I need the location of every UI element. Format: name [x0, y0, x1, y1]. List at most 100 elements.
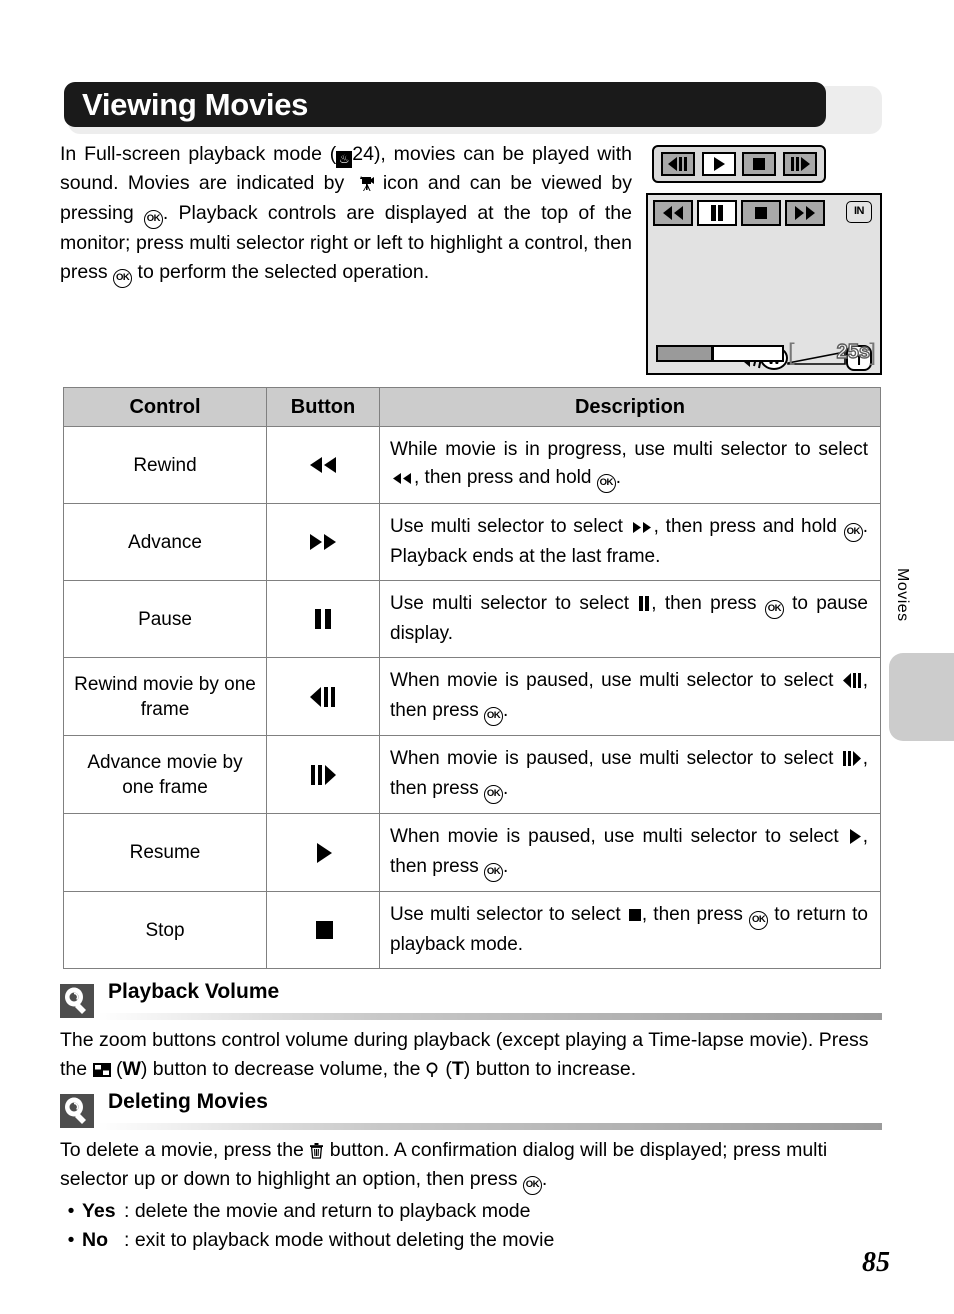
desc-a: Use multi selector to select [390, 516, 630, 537]
intro-page-ref: 24 [352, 143, 374, 165]
desc-a: When movie is paused, use multi selector… [390, 826, 847, 847]
fast-forward-icon [630, 515, 654, 543]
page-ref-icon: ♨ [336, 151, 353, 168]
camera-monitor-illustration: IN W T [ ] 25s [646, 145, 884, 375]
table-header-row: Control Button Description [63, 387, 881, 427]
tele-key-label: T [451, 1058, 464, 1080]
ok-button-icon-2: OK [113, 269, 133, 289]
thumbnail-wide-icon [92, 1057, 111, 1077]
callout-button-prev-frame [661, 152, 696, 176]
monitor-button-pause [697, 200, 737, 226]
bullet-marker: • [67, 1229, 75, 1251]
note-title: Playback Volume [108, 980, 280, 1003]
option-key-no: No [82, 1229, 108, 1251]
desc-b: , then press [641, 904, 750, 925]
desc-a: Use multi selector to select [390, 593, 638, 614]
memory-location-badge: IN [846, 201, 872, 223]
ok-button-icon: OK [484, 707, 503, 726]
desc-c: . [503, 700, 509, 721]
note-divider [98, 1013, 882, 1020]
table-header-button: Button [266, 387, 380, 427]
ok-button-icon: OK [764, 600, 784, 619]
row-button-glyph-prev-frame-icon [266, 657, 380, 736]
table-row: Advance Use multi selector to select , t… [63, 503, 881, 581]
row-control-label: Rewind movie by one frame [63, 657, 267, 736]
row-button-glyph-stop-icon [266, 891, 380, 969]
row-button-glyph-play-icon [266, 813, 380, 892]
row-control-label: Pause [63, 580, 267, 658]
banner-bar: Viewing Movies [64, 82, 826, 127]
section-side-label: Movies [894, 568, 911, 622]
callout-button-stop [742, 152, 777, 176]
page-title-banner: Viewing Movies [64, 82, 882, 134]
list-item: • No : exit to playback mode without dele… [60, 1226, 882, 1255]
table-header-control: Control [63, 387, 267, 427]
ok-button-icon: OK [596, 474, 616, 493]
time-bracket-right: ] [869, 339, 876, 366]
row-description: Use multi selector to select , then pres… [379, 891, 881, 969]
note-text-b: ( [110, 1058, 123, 1080]
row-control-label: Stop [63, 891, 267, 969]
note-header: Deleting Movies [60, 1090, 882, 1130]
desc-a: When movie is paused, use multi selector… [390, 748, 841, 769]
row-description: When movie is paused, use multi selector… [379, 735, 881, 814]
desc-a: Use multi selector to select [390, 904, 627, 925]
note-text-a: To delete a movie, press the [60, 1139, 310, 1161]
table-header-description: Description [379, 387, 881, 427]
option-key-yes: Yes [82, 1200, 116, 1222]
desc-b: , then press [651, 593, 765, 614]
desc-c: . [503, 778, 509, 799]
prev-frame-icon [841, 669, 863, 697]
row-description: While movie is in progress, use multi se… [379, 426, 881, 504]
note-divider [98, 1123, 882, 1130]
stop-icon [627, 903, 642, 931]
playback-controls-callout [652, 145, 826, 183]
note-text-c: . [541, 1168, 548, 1190]
next-frame-icon [841, 747, 863, 775]
ok-button-icon: OK [522, 1176, 542, 1195]
playback-progress-bar [656, 345, 784, 362]
table-row: Stop Use multi selector to select , then… [63, 891, 881, 969]
intro-text-e: to perform the selected operation. [132, 261, 430, 284]
note-body: The zoom buttons control volume during p… [60, 1026, 882, 1084]
ok-button-icon: OK [749, 911, 769, 930]
row-button-glyph-pause-icon [266, 580, 380, 658]
table-row: Pause Use multi selector to select , the… [63, 580, 881, 658]
option-text-no: : exit to playback mode without deleting… [124, 1229, 555, 1251]
desc-a: When movie is paused, use multi selector… [390, 670, 841, 691]
intro-text-a: In Full-screen playback mode ( [60, 143, 337, 165]
monitor-button-stop [741, 200, 781, 226]
movie-camera-icon [354, 172, 374, 192]
desc-b: , then press and hold [414, 467, 597, 488]
row-control-label: Rewind [63, 426, 267, 504]
desc-c: . [615, 467, 622, 488]
callout-button-next-frame [782, 152, 817, 176]
option-text-yes: : delete the movie and return to playbac… [124, 1200, 531, 1222]
note-text-c: ) button to decrease volume, the [140, 1058, 426, 1080]
list-item: • Yes: delete the movie and return to pl… [60, 1197, 882, 1226]
ok-button-icon: OK [484, 863, 503, 882]
table-row: Rewind movie by one frame When movie is … [63, 657, 881, 736]
play-icon [847, 825, 863, 853]
note-title: Deleting Movies [108, 1090, 268, 1113]
row-button-glyph-next-frame-icon [266, 735, 380, 814]
desc-a: While movie is in progress, use multi se… [390, 439, 868, 460]
note-body: To delete a movie, press the button. A c… [60, 1136, 882, 1195]
rewind-icon [390, 466, 414, 494]
ok-button-icon: OK [143, 209, 163, 229]
row-button-glyph-fast-forward-icon [266, 503, 380, 581]
ok-button-icon: OK [843, 523, 863, 542]
delete-options-list: • Yes : delete the movie and return to pl… [60, 1197, 882, 1255]
row-control-label: Resume [63, 813, 267, 892]
intro-paragraph: In Full-screen playback mode (♨ 24), movi… [60, 140, 632, 289]
monitor-button-fast-forward [785, 200, 825, 226]
tip-bulb-icon [60, 984, 94, 1018]
note-header: Playback Volume [60, 980, 882, 1020]
monitor-button-rewind [653, 200, 693, 226]
table-row: Advance movie by one frame When movie is… [63, 735, 881, 814]
note-text-d: ( [439, 1058, 452, 1080]
row-description: Use multi selector to select , then pres… [379, 580, 881, 658]
desc-b: , then press and hold [653, 516, 844, 537]
row-button-glyph-rewind-icon [266, 426, 380, 504]
callout-button-play [701, 152, 736, 176]
